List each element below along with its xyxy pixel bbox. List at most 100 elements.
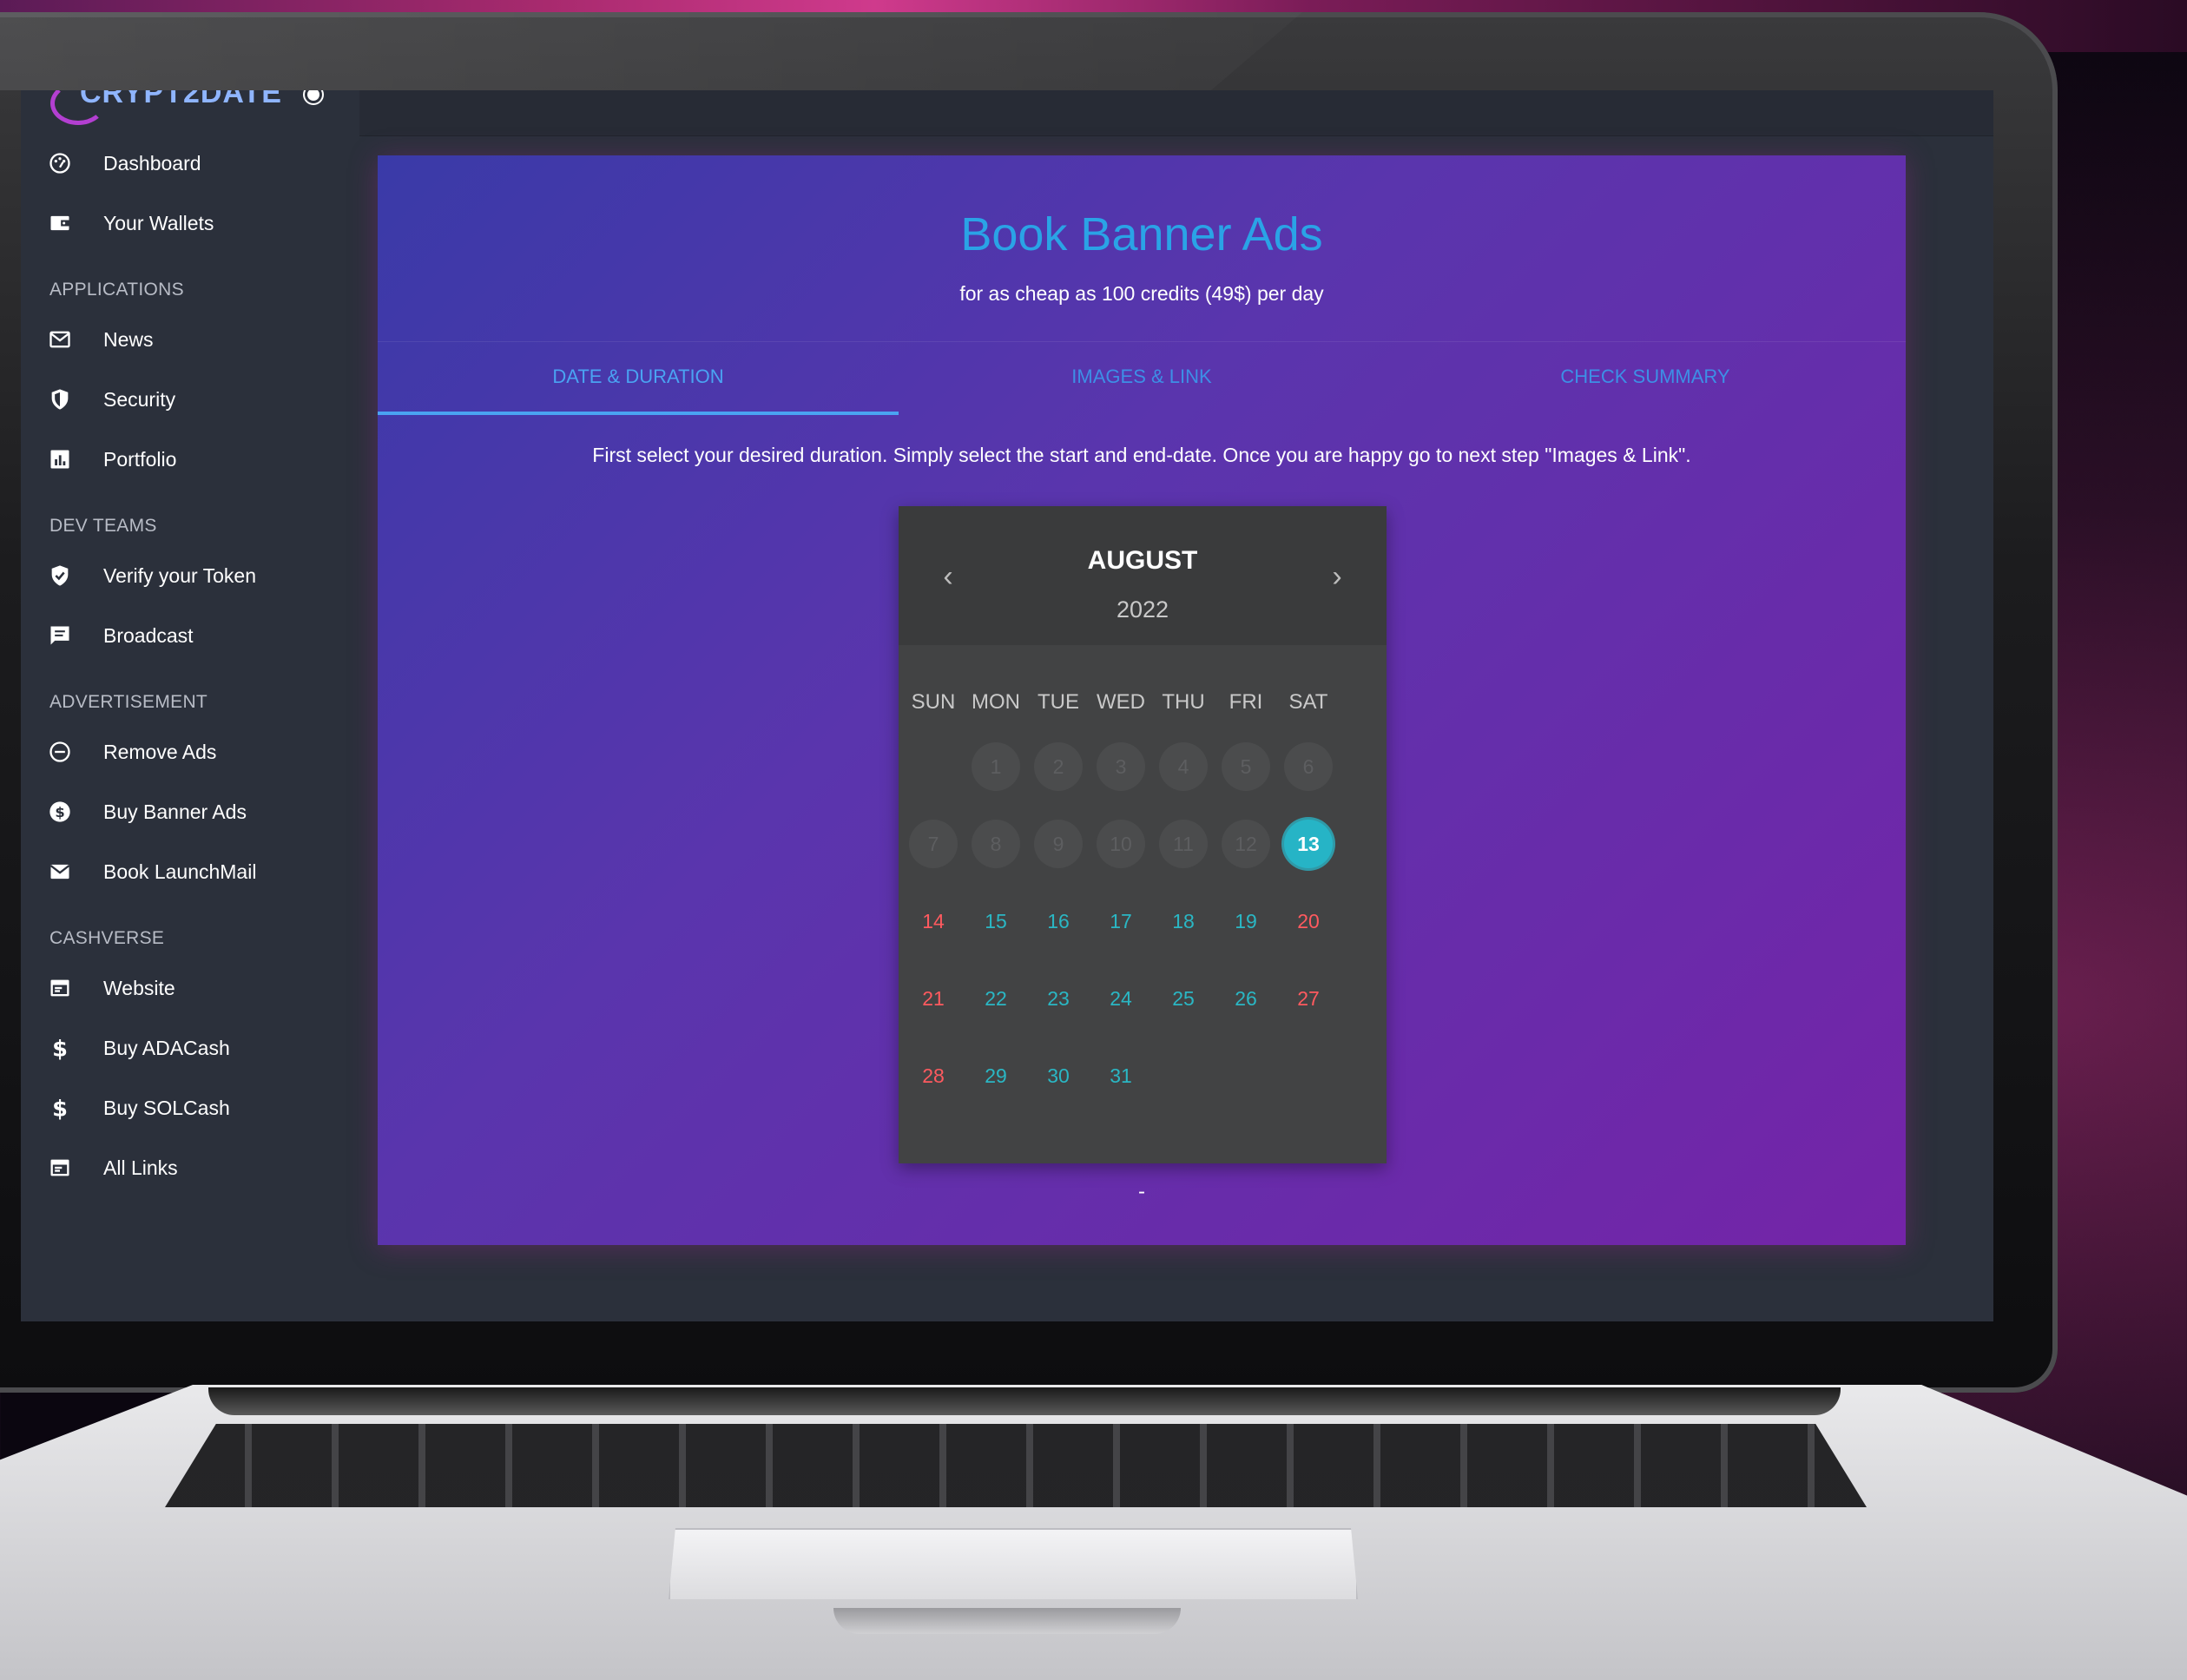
shield-icon <box>47 386 73 412</box>
sidebar-item-all-links[interactable]: All Links <box>47 1149 342 1187</box>
laptop-hinge <box>208 1387 1841 1415</box>
mail-icon <box>47 326 73 352</box>
sidebar-item-buy-adacash[interactable]: $ Buy ADACash <box>47 1029 342 1067</box>
calendar-day: 8 <box>972 820 1020 868</box>
sidebar-item-book-launchmail[interactable]: Book LaunchMail <box>47 853 342 891</box>
sidebar-item-label: Dashboard <box>103 151 201 175</box>
keyboard <box>165 1424 1867 1507</box>
sidebar-item-label: Buy ADACash <box>103 1036 230 1059</box>
calendar-month: AUGUST <box>1087 546 1198 575</box>
calendar-day: 3 <box>1097 742 1145 791</box>
sidebar-item-label: Book LaunchMail <box>103 860 257 883</box>
svg-text:$: $ <box>55 804 64 820</box>
tabs: DATE & DURATION IMAGES & LINK CHECK SUMM… <box>378 341 1906 415</box>
sidebar-item-news[interactable]: News <box>47 320 342 359</box>
sidebar-item-label: Portfolio <box>103 447 177 471</box>
dashboard-icon <box>47 150 73 176</box>
calendar-day[interactable]: 23 <box>1034 974 1083 1023</box>
sidebar-item-label: News <box>103 327 154 351</box>
sidebar-item-label: Buy SOLCash <box>103 1096 230 1119</box>
sidebar-item-website[interactable]: Website <box>47 969 342 1007</box>
calendar-day[interactable]: 18 <box>1159 897 1208 945</box>
tab-check-summary[interactable]: CHECK SUMMARY <box>1385 342 1906 412</box>
weekday-tue: TUE <box>1038 690 1079 714</box>
browser-icon <box>47 975 73 1001</box>
weekday-sun: SUN <box>911 690 956 714</box>
sidebar-section-advertisement: ADVERTISEMENT <box>49 692 208 712</box>
tab-date-duration[interactable]: DATE & DURATION <box>378 342 899 415</box>
dollar-circle-icon: $ <box>47 799 73 825</box>
calendar-day[interactable]: 15 <box>972 897 1020 945</box>
sidebar-item-broadcast[interactable]: Broadcast <box>47 616 342 655</box>
sidebar-item-label: Remove Ads <box>103 740 217 763</box>
calendar-day: 5 <box>1222 742 1270 791</box>
sidebar-item-remove-ads[interactable]: Remove Ads <box>47 733 342 771</box>
calendar-day: 1 <box>972 742 1020 791</box>
sidebar-item-your-wallets[interactable]: Your Wallets <box>47 204 342 242</box>
date-picker: ‹ AUGUST 2022 › SUN MON TUE WED THU FRI SAT 12… <box>899 506 1387 1163</box>
minus-circle-icon <box>47 739 73 765</box>
instruction-text: First select your desired duration. Simp… <box>592 444 1691 466</box>
calendar-day: 2 <box>1034 742 1083 791</box>
sidebar-item-label: Security <box>103 387 176 411</box>
sidebar-item-security[interactable]: Security <box>47 380 342 418</box>
calendar-day[interactable]: 14 <box>909 897 958 945</box>
page-subtitle: for as cheap as 100 credits (49$) per da… <box>959 282 1324 305</box>
sidebar-section-cashverse: CASHVERSE <box>49 928 165 948</box>
sidebar: CRYPT2DATE Dashboard Your Wallets APPLICAT… <box>21 90 359 1321</box>
app-logo[interactable]: CRYPT2DATE <box>50 90 281 125</box>
weekday-mon: MON <box>972 690 1020 714</box>
sidebar-section-dev-teams: DEV TEAMS <box>49 516 157 536</box>
calendar-day[interactable]: 20 <box>1284 897 1333 945</box>
booking-card: Book Banner Ads for as cheap as 100 cred… <box>378 155 1906 1245</box>
calendar-year[interactable]: 2022 <box>899 596 1387 623</box>
calendar-day[interactable]: 16 <box>1034 897 1083 945</box>
sidebar-item-label: Your Wallets <box>103 211 214 234</box>
calendar-day[interactable]: 30 <box>1034 1051 1083 1100</box>
weekday-thu: THU <box>1162 690 1205 714</box>
dollar-icon: $ <box>47 1035 73 1061</box>
envelope-icon <box>47 859 73 885</box>
calendar-day[interactable]: 21 <box>909 974 958 1023</box>
calendar-day: 11 <box>1159 820 1208 868</box>
chevron-right-icon[interactable]: › <box>1322 562 1352 591</box>
calendar-day[interactable]: 22 <box>972 974 1020 1023</box>
trackpad <box>669 1528 1358 1599</box>
svg-text:$: $ <box>52 1096 68 1120</box>
sidebar-item-label: Broadcast <box>103 623 194 647</box>
sidebar-item-label: All Links <box>103 1156 178 1179</box>
calendar-day: 4 <box>1159 742 1208 791</box>
calendar-day: 9 <box>1034 820 1083 868</box>
weekday-fri: FRI <box>1229 690 1263 714</box>
calendar-day[interactable]: 27 <box>1284 974 1333 1023</box>
sidebar-item-portfolio[interactable]: Portfolio <box>47 440 342 478</box>
calendar-day: 6 <box>1284 742 1333 791</box>
message-icon <box>47 623 73 649</box>
sidebar-item-label: Website <box>103 976 175 999</box>
calendar-day[interactable]: 29 <box>972 1051 1020 1100</box>
calendar-day[interactable]: 25 <box>1159 974 1208 1023</box>
tab-images-link[interactable]: IMAGES & LINK <box>899 342 1385 412</box>
screen: CRYPT2DATE Dashboard Your Wallets APPLICAT… <box>21 90 1993 1321</box>
laptop-notch <box>833 1608 1181 1634</box>
calendar-day[interactable]: 24 <box>1097 974 1145 1023</box>
sidebar-item-buy-solcash[interactable]: $ Buy SOLCash <box>47 1089 342 1127</box>
calendar-day[interactable]: 19 <box>1222 897 1270 945</box>
calendar-day[interactable]: 28 <box>909 1051 958 1100</box>
sidebar-item-verify-your-token[interactable]: Verify your Token <box>47 557 342 595</box>
calendar-day: 12 <box>1222 820 1270 868</box>
browser-icon <box>47 1155 73 1181</box>
sidebar-item-dashboard[interactable]: Dashboard <box>47 144 342 182</box>
weekday-sat: SAT <box>1288 690 1328 714</box>
calendar-day[interactable]: 31 <box>1097 1051 1145 1100</box>
sidebar-toggle[interactable] <box>307 90 319 101</box>
calendar-day-selected[interactable]: 13 <box>1284 820 1333 868</box>
sidebar-item-label: Buy Banner Ads <box>103 800 247 823</box>
dollar-icon: $ <box>47 1095 73 1121</box>
calendar-day[interactable]: 26 <box>1222 974 1270 1023</box>
laptop-glare <box>0 12 1302 90</box>
calendar-day[interactable]: 17 <box>1097 897 1145 945</box>
svg-text:$: $ <box>52 1036 68 1060</box>
page-title: Book Banner Ads <box>960 208 1323 260</box>
sidebar-item-buy-banner-ads[interactable]: $ Buy Banner Ads <box>47 793 342 831</box>
